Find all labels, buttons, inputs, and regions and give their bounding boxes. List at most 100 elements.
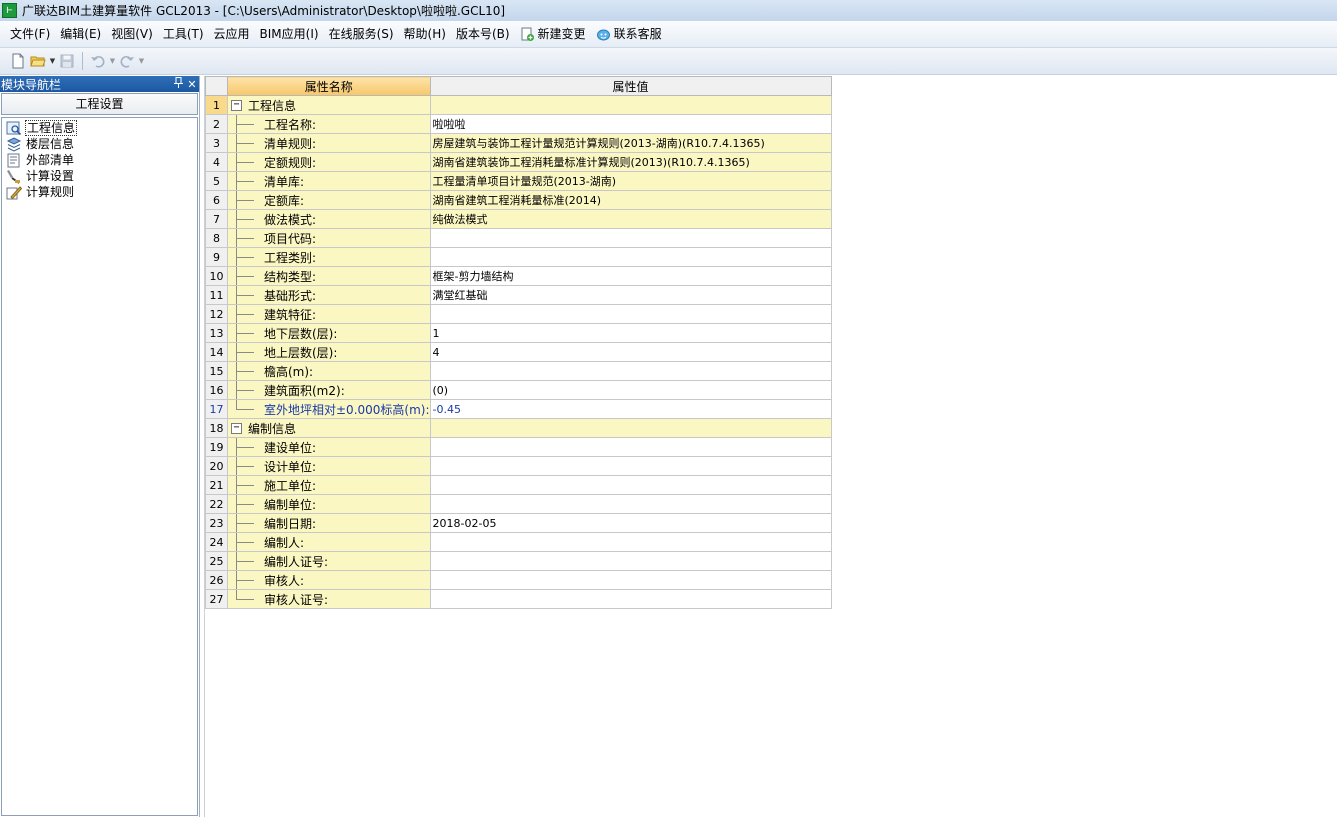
- menu-edit[interactable]: 编辑(E): [55, 24, 106, 44]
- property-name-cell[interactable]: 地上层数(层):: [227, 342, 431, 362]
- property-name-cell[interactable]: 编制人:: [227, 532, 431, 552]
- row-number[interactable]: 21: [205, 475, 228, 495]
- property-value-cell[interactable]: 2018-02-05: [429, 513, 832, 533]
- table-row[interactable]: 15 檐高(m):: [205, 361, 832, 381]
- property-value-cell[interactable]: 啦啦啦: [429, 114, 832, 134]
- property-name-cell[interactable]: 定额规则:: [227, 152, 431, 172]
- table-row[interactable]: 16 建筑面积(m2): (0): [205, 380, 832, 400]
- table-row[interactable]: 21 施工单位:: [205, 475, 832, 495]
- property-name-cell[interactable]: − 编制信息: [227, 418, 431, 438]
- property-value-cell[interactable]: [429, 589, 832, 609]
- contact-service-button[interactable]: 联系客服: [591, 24, 667, 44]
- row-number[interactable]: 13: [205, 323, 228, 343]
- property-name-cell[interactable]: 定额库:: [227, 190, 431, 210]
- property-name-cell[interactable]: 编制人证号:: [227, 551, 431, 571]
- undo-button[interactable]: [89, 51, 107, 71]
- collapse-toggle-icon[interactable]: −: [231, 99, 242, 111]
- table-row[interactable]: 20 设计单位:: [205, 456, 832, 476]
- pin-icon[interactable]: [171, 77, 185, 91]
- open-file-button[interactable]: [29, 51, 47, 71]
- row-number[interactable]: 9: [205, 247, 228, 267]
- new-change-button[interactable]: 新建变更: [515, 24, 591, 44]
- row-number[interactable]: 15: [205, 361, 228, 381]
- row-number[interactable]: 6: [205, 190, 228, 210]
- table-row[interactable]: 24 编制人:: [205, 532, 832, 552]
- menu-cloud[interactable]: 云应用: [209, 24, 255, 44]
- menu-file[interactable]: 文件(F): [5, 24, 55, 44]
- redo-dropdown-arrow[interactable]: ▼: [138, 51, 145, 71]
- property-name-cell[interactable]: 结构类型:: [227, 266, 431, 286]
- menu-view[interactable]: 视图(V): [106, 24, 158, 44]
- redo-button[interactable]: [118, 51, 136, 71]
- row-number[interactable]: 2: [205, 114, 228, 134]
- nav-group-project-settings[interactable]: 工程设置: [1, 93, 198, 115]
- row-number[interactable]: 20: [205, 456, 228, 476]
- property-value-cell[interactable]: [429, 247, 832, 267]
- property-value-cell[interactable]: -0.45: [429, 399, 832, 419]
- undo-dropdown-arrow[interactable]: ▼: [109, 51, 116, 71]
- row-number[interactable]: 19: [205, 437, 228, 457]
- menu-help[interactable]: 帮助(H): [399, 24, 451, 44]
- row-number[interactable]: 8: [205, 228, 228, 248]
- table-row[interactable]: 7 做法模式: 纯做法模式: [205, 209, 832, 229]
- collapse-toggle-icon[interactable]: −: [231, 422, 242, 434]
- menu-tools[interactable]: 工具(T): [158, 24, 209, 44]
- property-name-cell[interactable]: 审核人证号:: [227, 589, 431, 609]
- property-value-cell[interactable]: 4: [429, 342, 832, 362]
- table-row[interactable]: 17 室外地坪相对±0.000标高(m): -0.45: [205, 399, 832, 419]
- open-dropdown-arrow[interactable]: ▼: [49, 51, 56, 71]
- new-file-button[interactable]: [9, 51, 27, 71]
- property-value-cell[interactable]: [429, 95, 832, 115]
- property-name-cell[interactable]: 编制日期:: [227, 513, 431, 533]
- property-value-cell[interactable]: [429, 304, 832, 324]
- row-number[interactable]: 23: [205, 513, 228, 533]
- menu-bim[interactable]: BIM应用(I): [255, 24, 324, 44]
- property-name-cell[interactable]: 清单规则:: [227, 133, 431, 153]
- table-row[interactable]: 11 基础形式: 满堂红基础: [205, 285, 832, 305]
- row-number[interactable]: 11: [205, 285, 228, 305]
- property-name-cell[interactable]: 室外地坪相对±0.000标高(m):: [227, 399, 431, 419]
- property-value-cell[interactable]: 1: [429, 323, 832, 343]
- row-number[interactable]: 16: [205, 380, 228, 400]
- table-row[interactable]: 6 定额库: 湖南省建筑工程消耗量标准(2014): [205, 190, 832, 210]
- property-name-cell[interactable]: 建设单位:: [227, 437, 431, 457]
- table-row[interactable]: 26 审核人:: [205, 570, 832, 590]
- property-value-cell[interactable]: [429, 551, 832, 571]
- table-row[interactable]: 25 编制人证号:: [205, 551, 832, 571]
- table-row[interactable]: 12 建筑特征:: [205, 304, 832, 324]
- table-row[interactable]: 18− 编制信息: [205, 418, 832, 438]
- row-number[interactable]: 10: [205, 266, 228, 286]
- row-number[interactable]: 25: [205, 551, 228, 571]
- close-icon[interactable]: ✕: [185, 78, 199, 91]
- row-number[interactable]: 7: [205, 209, 228, 229]
- menu-version[interactable]: 版本号(B): [451, 24, 515, 44]
- nav-item-external-list[interactable]: 外部清单: [2, 152, 197, 168]
- property-name-cell[interactable]: 审核人:: [227, 570, 431, 590]
- property-name-cell[interactable]: 设计单位:: [227, 456, 431, 476]
- property-name-cell[interactable]: 施工单位:: [227, 475, 431, 495]
- property-name-cell[interactable]: 工程名称:: [227, 114, 431, 134]
- table-row[interactable]: 27 审核人证号:: [205, 589, 832, 609]
- save-button[interactable]: [58, 51, 76, 71]
- row-number[interactable]: 18: [205, 418, 228, 438]
- property-value-cell[interactable]: 湖南省建筑装饰工程消耗量标准计算规则(2013)(R10.7.4.1365): [429, 152, 832, 172]
- row-number[interactable]: 5: [205, 171, 228, 191]
- property-value-cell[interactable]: 房屋建筑与装饰工程计量规范计算规则(2013-湖南)(R10.7.4.1365): [429, 133, 832, 153]
- property-name-cell[interactable]: − 工程信息: [227, 95, 431, 115]
- row-number[interactable]: 26: [205, 570, 228, 590]
- property-name-cell[interactable]: 建筑特征:: [227, 304, 431, 324]
- row-number[interactable]: 24: [205, 532, 228, 552]
- table-row[interactable]: 13 地下层数(层): 1: [205, 323, 832, 343]
- property-value-cell[interactable]: 纯做法模式: [429, 209, 832, 229]
- property-name-cell[interactable]: 地下层数(层):: [227, 323, 431, 343]
- nav-item-calc-rules[interactable]: 计算规则: [2, 184, 197, 200]
- table-row[interactable]: 23 编制日期: 2018-02-05: [205, 513, 832, 533]
- property-name-cell[interactable]: 基础形式:: [227, 285, 431, 305]
- nav-item-calc-settings[interactable]: 计算设置: [2, 168, 197, 184]
- nav-item-project-info[interactable]: 工程信息: [2, 120, 197, 136]
- property-value-cell[interactable]: [429, 532, 832, 552]
- property-value-cell[interactable]: 湖南省建筑工程消耗量标准(2014): [429, 190, 832, 210]
- property-value-cell[interactable]: [429, 475, 832, 495]
- row-number[interactable]: 17: [205, 399, 228, 419]
- column-header-name[interactable]: 属性名称: [227, 76, 431, 96]
